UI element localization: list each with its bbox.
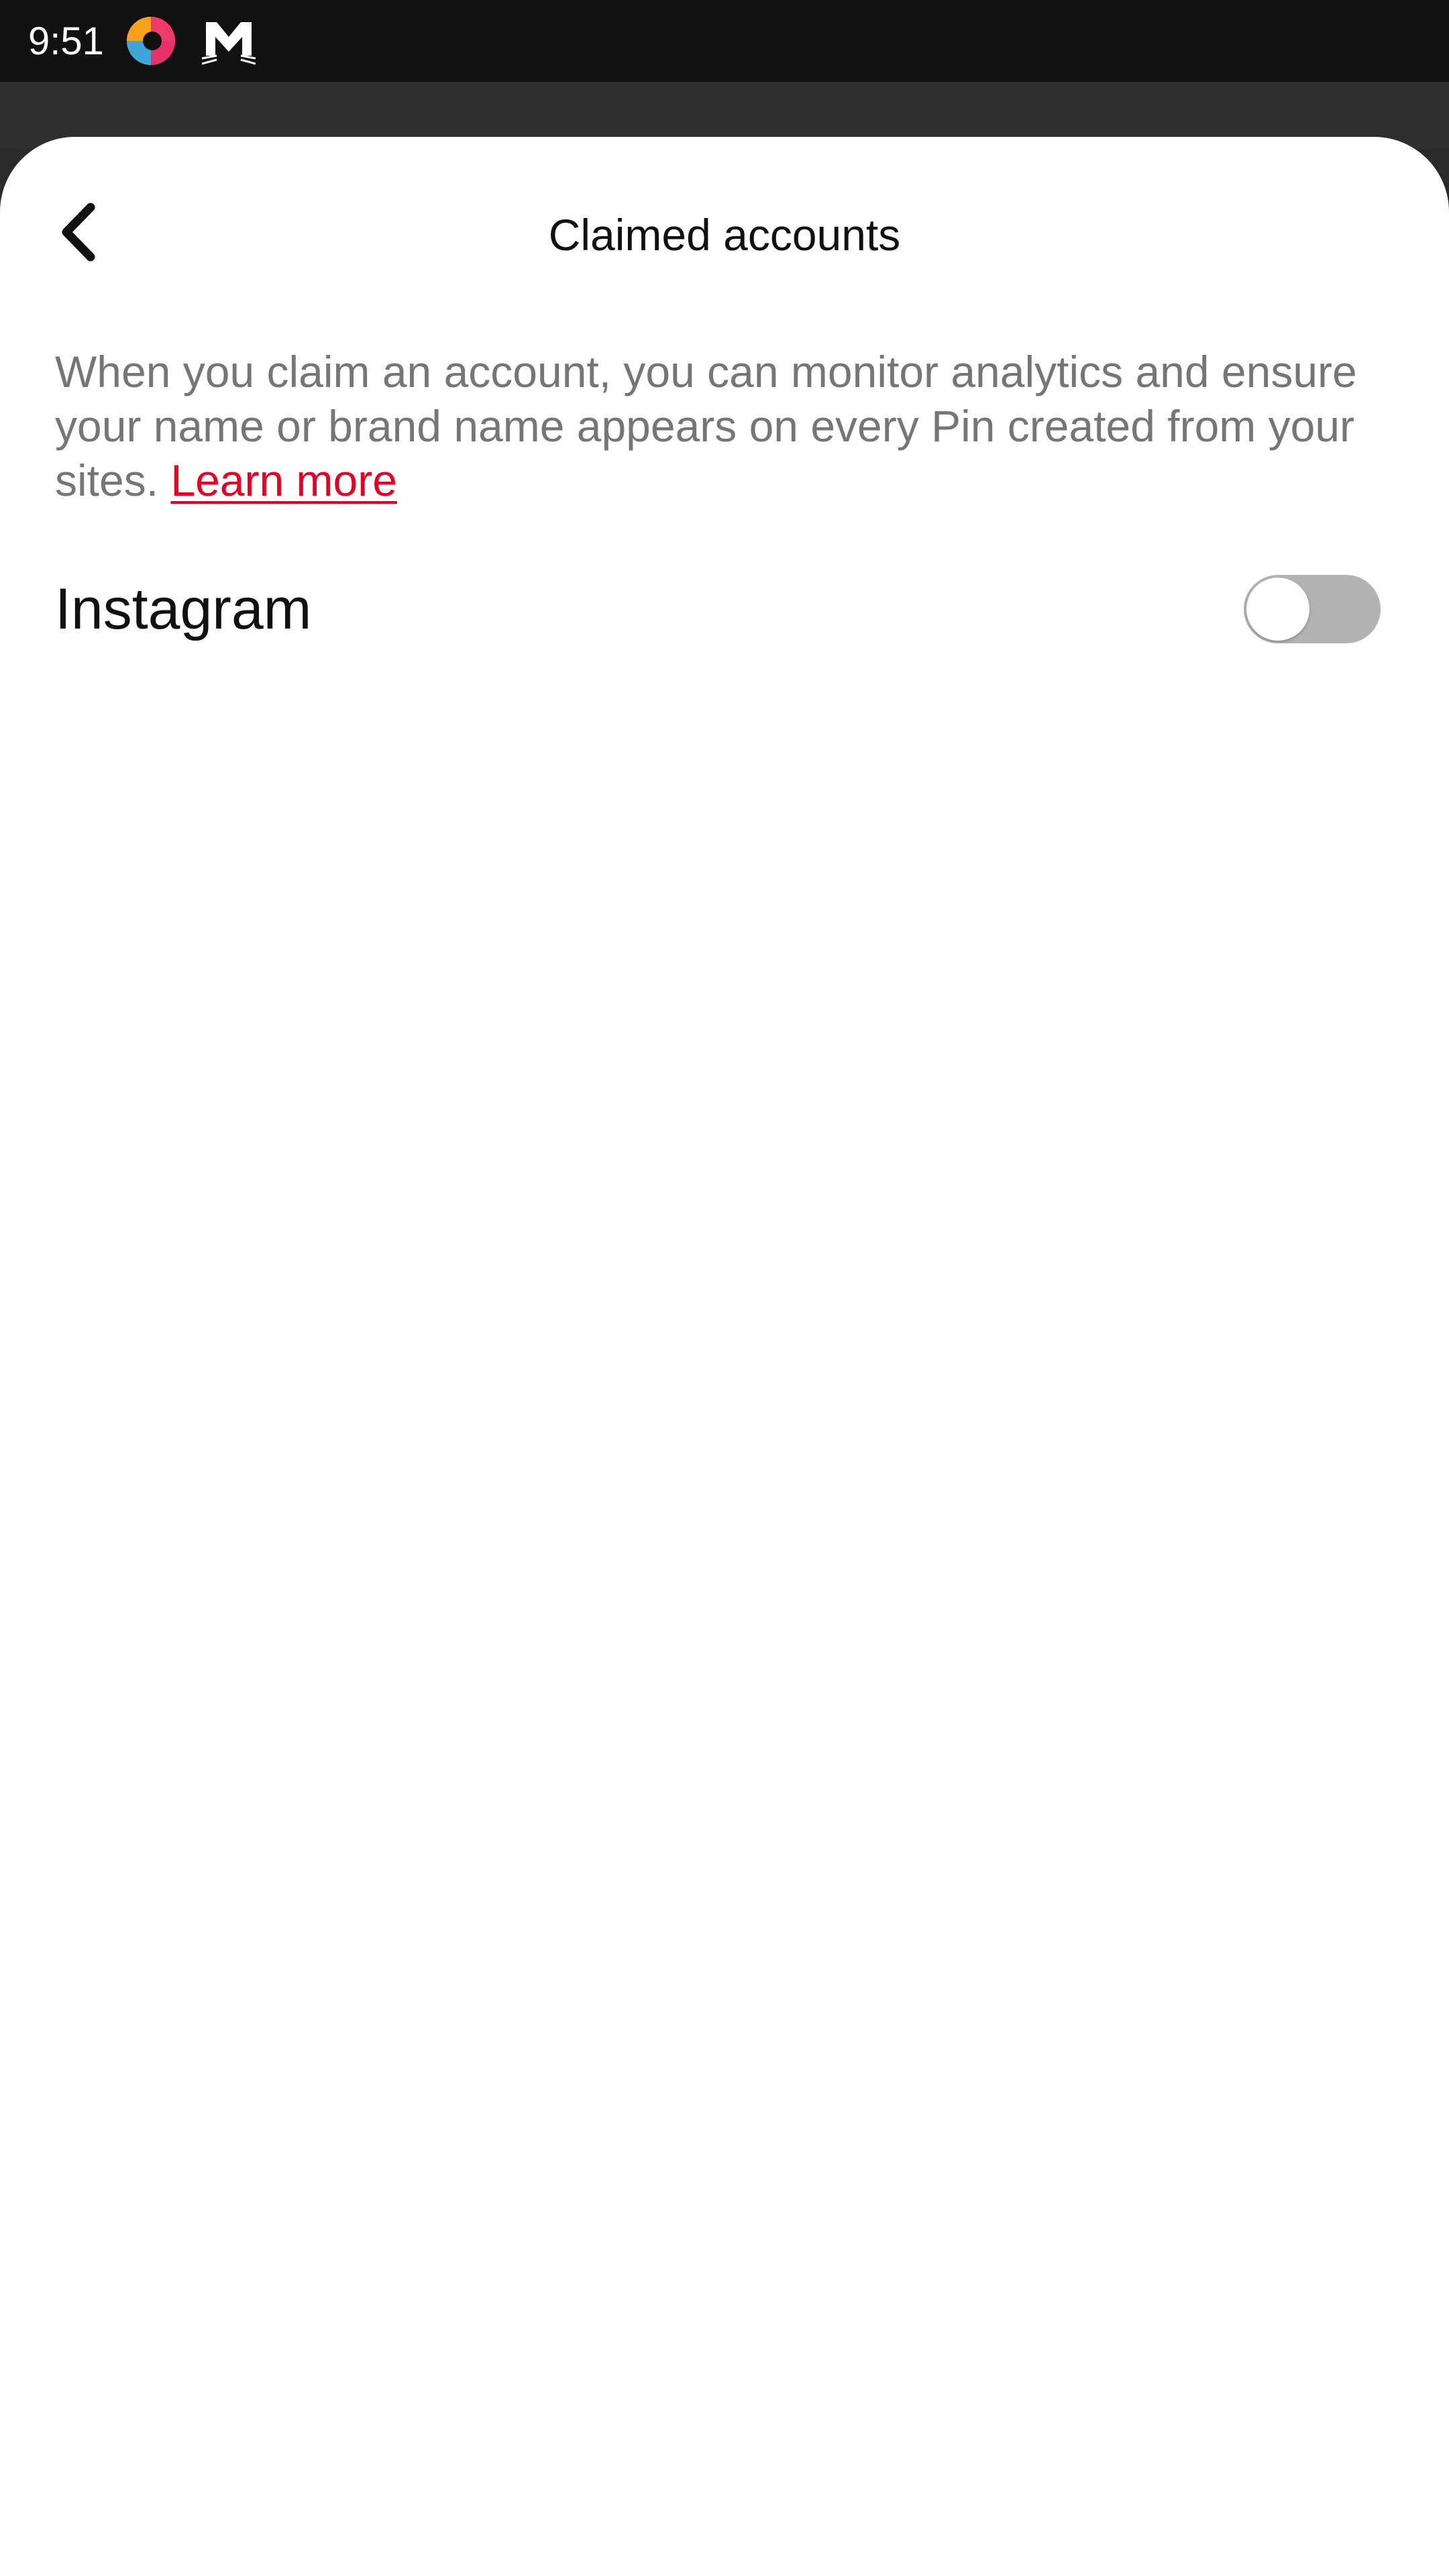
instagram-setting-row: Instagram [55,562,1381,656]
page-title: Claimed accounts [548,210,901,260]
mail-cat-icon [201,14,256,68]
instagram-label: Instagram [55,576,312,641]
learn-more-link[interactable]: Learn more [170,455,397,505]
colorful-circle-app-icon [124,14,178,68]
instagram-toggle[interactable] [1244,575,1381,643]
status-bar: 9:51 [0,0,1449,82]
status-time: 9:51 [28,19,104,63]
toggle-knob [1246,578,1309,641]
description-text: When you claim an account, you can monit… [55,345,1390,508]
